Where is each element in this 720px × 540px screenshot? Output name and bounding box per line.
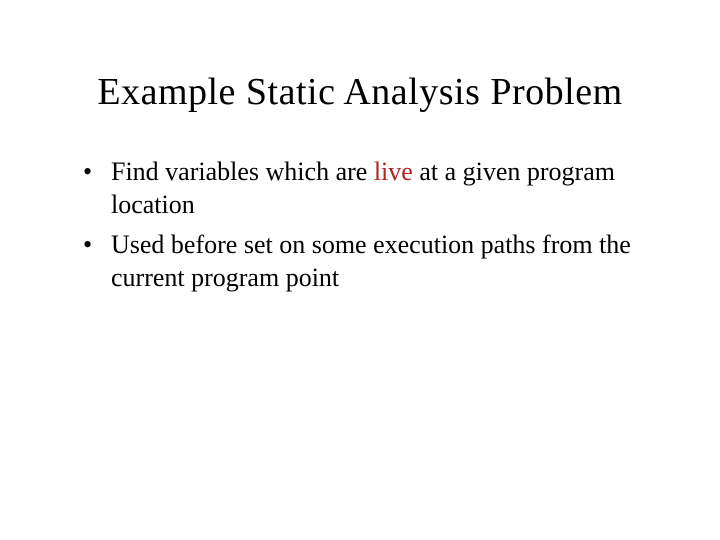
bullet-item: Find variables which are live at a given… [93, 156, 665, 221]
bullet-text-prefix: Find variables which are [111, 157, 374, 186]
bullet-list: Find variables which are live at a given… [55, 156, 665, 294]
bullet-text-highlight: live [374, 157, 413, 186]
slide-container: Example Static Analysis Problem Find var… [0, 0, 720, 540]
bullet-text-prefix: Used before set on some execution paths … [111, 230, 631, 292]
slide-title: Example Static Analysis Problem [55, 70, 665, 114]
bullet-item: Used before set on some execution paths … [93, 229, 665, 294]
